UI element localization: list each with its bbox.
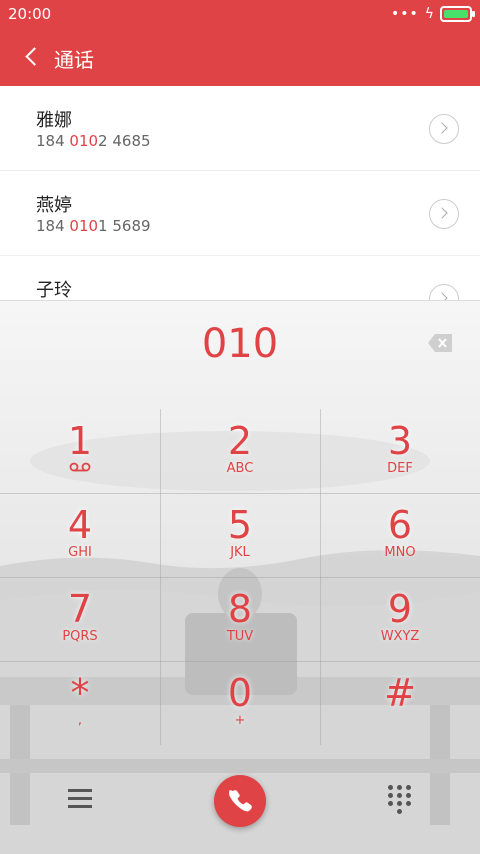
contact-name: 燕婷 [36,195,72,216]
list-item[interactable]: 燕婷 184 0101 5689 [0,171,480,256]
key-7[interactable]: 7 PQRS [0,577,160,661]
contact-detail-chevron-icon[interactable] [429,114,459,144]
contact-number: 184 0102 4685 [36,132,151,150]
key-5[interactable]: 5 JKL [160,493,320,577]
more-dots-icon: ••• [390,6,419,22]
phone-icon [228,790,252,812]
contact-name: 子玲 [36,280,72,300]
contact-name: 雅娜 [36,110,72,131]
key-6[interactable]: 6 MNO [320,493,480,577]
status-time: 20:00 [8,5,52,23]
dial-input-row: 010 [0,301,480,389]
key-9[interactable]: 9 WXYZ [320,577,480,661]
keypad: 1 2 ABC 3 DEF 4 GHI 5 JKL 6 MNO 7 PQRS 8 TUV 9W… [0,409,480,745]
backspace-icon[interactable] [428,334,452,352]
key-4[interactable]: 4 GHI [0,493,160,577]
dialer-actions [0,751,480,854]
status-bar: 20:00 ••• ϟ [0,0,480,28]
key-2[interactable]: 2 ABC [160,409,320,493]
menu-icon[interactable] [68,789,92,811]
contact-detail-chevron-icon[interactable] [429,199,459,229]
page-title: 通话 [54,48,94,72]
list-item[interactable]: 雅娜 184 0102 4685 [0,86,480,171]
status-icons: ••• ϟ [390,6,475,22]
battery-icon [440,6,475,22]
dialpad-icon[interactable] [388,785,412,814]
dialed-number[interactable]: 010 [0,321,480,367]
contact-detail-chevron-icon[interactable] [429,284,459,300]
charging-icon: ϟ [424,6,434,22]
key-3[interactable]: 3 DEF [320,409,480,493]
contact-number: 184 0101 5689 [36,217,151,235]
key-hash[interactable]: # [320,661,480,745]
dialer-panel: 010 1 2 ABC 3 DEF 4 GHI 5 JKL 6 MNO 7 PQ… [0,300,480,854]
contact-list: 雅娜 184 0102 4685 燕婷 184 0101 5689 子玲 [0,86,480,300]
key-1[interactable]: 1 [0,409,160,493]
key-star[interactable]: *, [0,661,160,745]
list-item[interactable]: 子玲 [0,256,480,300]
call-button[interactable] [214,775,266,827]
key-8[interactable]: 8 TUV [160,577,320,661]
app-header: 通话 [0,28,480,86]
key-0[interactable]: 0 + [160,661,320,745]
voicemail-icon [0,461,160,478]
chevron-left-icon[interactable] [18,40,52,74]
